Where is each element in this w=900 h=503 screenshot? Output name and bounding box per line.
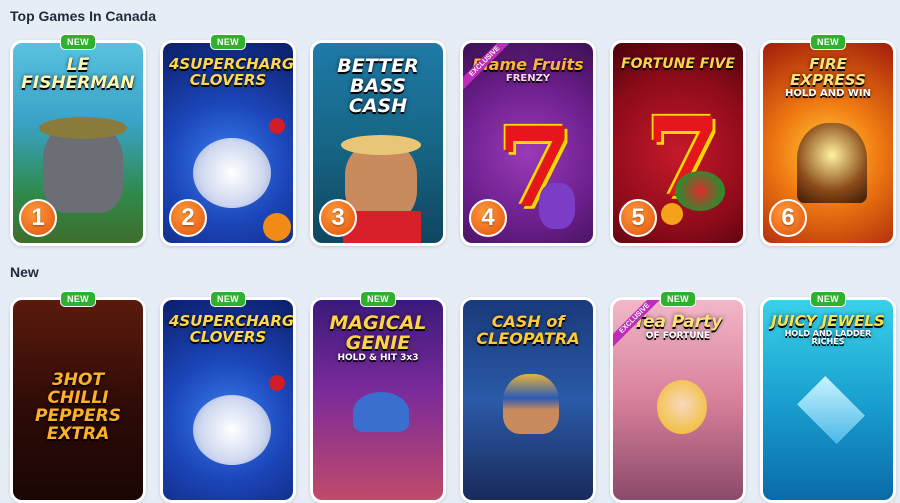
game-card-magical-genie[interactable]: NEW MAGICAL GENIE HOLD & HIT 3x3 <box>310 291 446 503</box>
game-title-magical-genie: MAGICAL GENIE HOLD & HIT 3x3 <box>329 312 427 363</box>
game-title-supercharged-clovers: 4SUPERCHARGED CLOVERS <box>169 55 295 89</box>
new-badge: NEW <box>60 291 96 307</box>
game-card-hot-chilli-peppers[interactable]: NEW 3HOT CHILLI PEPPERS EXTRA <box>10 291 146 503</box>
new-badge: NEW <box>360 291 396 307</box>
game-title-fire-express: FIRE EXPRESS HOLD AND WIN <box>784 55 872 99</box>
rank-badge: 2 <box>169 199 207 237</box>
hat-art <box>39 117 127 139</box>
diamond-clover-art <box>193 138 271 208</box>
new-badge: NEW <box>660 291 696 307</box>
straw-hat-art <box>341 135 421 155</box>
cherry-icon <box>269 375 285 391</box>
train-art <box>797 123 867 203</box>
game-title-juicy-jewels: JUICY JEWELS HOLD AND LADDER RICHES <box>771 312 885 347</box>
game-card-juicy-jewels[interactable]: NEW JUICY JEWELS HOLD AND LADDER RICHES <box>760 291 896 503</box>
rank-badge: 5 <box>619 199 657 237</box>
cleopatra-art <box>503 374 559 434</box>
game-card-supercharged-clovers[interactable]: NEW 4SUPERCHARGED CLOVERS 2 <box>160 34 296 246</box>
game-card-supercharged-clovers-new[interactable]: NEW 4SUPERCHARGED CLOVERS <box>160 291 296 503</box>
game-title-fortune-five: FORTUNE FIVE <box>621 56 735 72</box>
orange-icon <box>661 203 683 225</box>
game-card-tea-party-of-fortune[interactable]: NEW EXCLUSIVE Tea Party OF FORTUNE <box>610 291 746 503</box>
alice-art <box>657 380 707 434</box>
game-card-better-bass-cash[interactable]: BETTER BASS CASH 3 <box>310 40 446 246</box>
new-badge: NEW <box>810 291 846 307</box>
top-games-row: NEW LE FISHERMAN 1 NEW 4SUPERCHARGED CLO… <box>10 34 896 246</box>
watermelon-icon <box>675 171 725 211</box>
section-title-new: New <box>10 264 39 280</box>
grapes-icon <box>539 183 575 229</box>
game-card-flame-fruits-frenzy[interactable]: EXCLUSIVE Flame Fruits FRENZY 7 4 <box>460 40 596 246</box>
orange-icon <box>263 213 291 241</box>
game-title-le-fisherman: LE FISHERMAN <box>21 55 135 93</box>
new-badge: NEW <box>210 291 246 307</box>
game-title-supercharged-clovers: 4SUPERCHARGED CLOVERS <box>169 312 295 346</box>
game-card-fire-express[interactable]: NEW FIRE EXPRESS HOLD AND WIN 6 <box>760 34 896 246</box>
game-title-better-bass-cash: BETTER BASS CASH <box>337 55 419 117</box>
genie-art <box>353 392 409 432</box>
diamond-clover-art <box>193 395 271 465</box>
game-title-hot-chilli-peppers: 3HOT CHILLI PEPPERS EXTRA <box>35 370 121 444</box>
new-badge: NEW <box>210 34 246 50</box>
rank-badge: 3 <box>319 199 357 237</box>
new-badge: NEW <box>60 34 96 50</box>
diamond-icon <box>797 376 865 444</box>
cherry-icon <box>269 118 285 134</box>
game-card-fortune-five[interactable]: FORTUNE FIVE 7 5 <box>610 40 746 246</box>
rank-badge: 6 <box>769 199 807 237</box>
game-card-cash-of-cleopatra[interactable]: CASH of CLEOPATRA <box>460 297 596 503</box>
rank-badge: 4 <box>469 199 507 237</box>
game-card-le-fisherman[interactable]: NEW LE FISHERMAN 1 <box>10 34 146 246</box>
game-title-cleopatra: CASH of CLEOPATRA <box>476 312 580 348</box>
new-badge: NEW <box>810 34 846 50</box>
section-title-top-games: Top Games In Canada <box>10 8 156 24</box>
new-games-row: NEW 3HOT CHILLI PEPPERS EXTRA NEW 4SUPER… <box>10 291 896 503</box>
rank-badge: 1 <box>19 199 57 237</box>
